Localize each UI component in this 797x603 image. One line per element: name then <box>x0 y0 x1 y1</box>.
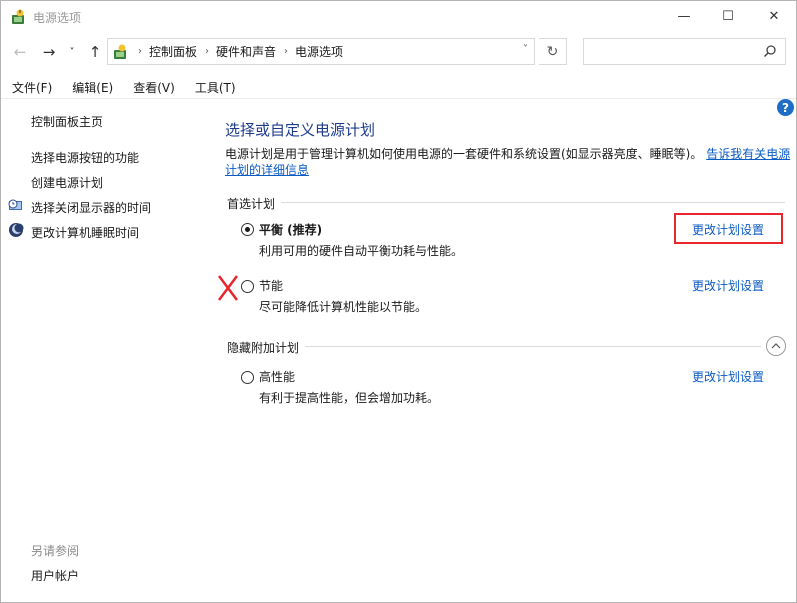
plan-power-saver-name[interactable]: 节能 <box>259 277 283 294</box>
control-panel-icon <box>114 44 126 59</box>
search-input[interactable] <box>583 38 786 65</box>
search-icon[interactable] <box>763 44 777 58</box>
power-options-window: 电源选项 — ☐ ✕ ← → ˅ ↑ › 控制面板 › 硬件和声音 › 电源选项… <box>0 0 797 603</box>
title-bar: 电源选项 — ☐ ✕ <box>1 1 796 32</box>
sidebar-item-sleep-time[interactable]: 更改计算机睡眠时间 <box>31 224 139 241</box>
sidebar-item-create-plan[interactable]: 创建电源计划 <box>31 174 103 191</box>
plan-balanced-radio[interactable] <box>241 223 254 236</box>
address-dropdown-icon[interactable]: ˅ <box>523 44 528 55</box>
sidebar-item-power-button[interactable]: 选择电源按钮的功能 <box>31 149 139 166</box>
menu-edit[interactable]: 编辑(E) <box>62 75 123 99</box>
breadcrumb-separator-icon: › <box>205 46 210 57</box>
moon-icon <box>9 223 24 237</box>
chevron-up-icon <box>771 343 781 349</box>
menu-file[interactable]: 文件(F) <box>1 75 62 99</box>
help-icon: ? <box>782 100 789 115</box>
see-also-heading: 另请参阅 <box>31 544 80 558</box>
cross-mark-icon <box>218 275 238 301</box>
refresh-icon: ↻ <box>546 43 559 60</box>
maximize-button[interactable]: ☐ <box>705 1 751 31</box>
breadcrumb-control-panel[interactable]: 控制面板 <box>149 43 197 60</box>
menu-view[interactable]: 查看(V) <box>123 75 185 99</box>
page-title: 选择或自定义电源计划 <box>225 121 376 139</box>
monitor-clock-icon <box>8 199 22 210</box>
hidden-plans-heading: 隐藏附加计划 <box>227 341 300 355</box>
recent-locations-button[interactable]: ˅ <box>65 42 79 62</box>
page-description: 电源计划是用于管理计算机如何使用电源的一套硬件和系统设置(如显示器亮度、睡眠等)… <box>225 146 791 178</box>
left-navigation-pane: 控制面板主页 选择电源按钮的功能 创建电源计划 选择关闭显示器的时间 更改计算机… <box>1 99 207 602</box>
preferred-plans-divider <box>281 202 785 203</box>
chevron-down-icon: ˅ <box>69 46 75 58</box>
sidebar-item-display-timeout[interactable]: 选择关闭显示器的时间 <box>31 199 151 216</box>
plan-power-saver-radio[interactable] <box>241 280 254 293</box>
maximize-icon: ☐ <box>722 8 734 24</box>
up-button[interactable]: ↑ <box>85 42 105 62</box>
close-button[interactable]: ✕ <box>751 1 797 31</box>
navigation-bar: ← → ˅ ↑ › 控制面板 › 硬件和声音 › 电源选项 ˅ ↻ <box>1 34 796 70</box>
highlight-box <box>674 213 783 244</box>
user-accounts-link[interactable]: 用户帐户 <box>31 567 79 584</box>
power-options-app-icon <box>12 9 24 24</box>
plan-balanced-description: 利用可用的硬件自动平衡功耗与性能。 <box>259 244 464 258</box>
plan-high-performance-radio[interactable] <box>241 371 254 384</box>
plan-high-performance-name[interactable]: 高性能 <box>259 368 295 385</box>
close-icon: ✕ <box>768 8 780 24</box>
minimize-icon: — <box>677 8 691 24</box>
collapse-hidden-plans-button[interactable] <box>766 336 786 356</box>
plan-power-saver-description: 尽可能降低计算机性能以节能。 <box>259 300 428 314</box>
plan-high-performance-description: 有利于提高性能，但会增加功耗。 <box>259 391 440 405</box>
back-arrow-icon: ← <box>13 43 27 61</box>
sidebar-item-control-panel-home[interactable]: 控制面板主页 <box>31 113 103 130</box>
minimize-button[interactable]: — <box>661 1 707 31</box>
menu-tools[interactable]: 工具(T) <box>185 75 246 99</box>
plan-high-performance-change-settings-link[interactable]: 更改计划设置 <box>692 368 764 385</box>
plan-power-saver-change-settings-link[interactable]: 更改计划设置 <box>692 277 764 294</box>
breadcrumb-separator-icon: › <box>284 46 289 57</box>
breadcrumb-hardware-sound[interactable]: 硬件和声音 <box>216 43 276 60</box>
hidden-plans-divider <box>305 346 761 347</box>
help-button[interactable]: ? <box>777 99 794 116</box>
breadcrumb-power-options[interactable]: 电源选项 <box>295 43 343 60</box>
refresh-button[interactable]: ↻ <box>539 38 567 65</box>
forward-button[interactable]: → <box>39 42 59 62</box>
plan-balanced-name[interactable]: 平衡 (推荐) <box>259 221 322 238</box>
up-arrow-icon: ↑ <box>88 43 102 61</box>
description-text: 电源计划是用于管理计算机如何使用电源的一套硬件和系统设置(如显示器亮度、睡眠等)… <box>225 147 703 161</box>
breadcrumb-separator-icon: › <box>138 46 142 57</box>
back-button[interactable]: ← <box>10 42 30 62</box>
address-bar[interactable]: › 控制面板 › 硬件和声音 › 电源选项 ˅ <box>107 38 535 65</box>
forward-arrow-icon: → <box>42 43 56 61</box>
preferred-plans-heading: 首选计划 <box>227 197 276 211</box>
window-title: 电源选项 <box>33 11 82 25</box>
menu-bar: 文件(F) 编辑(E) 查看(V) 工具(T) <box>1 75 796 99</box>
